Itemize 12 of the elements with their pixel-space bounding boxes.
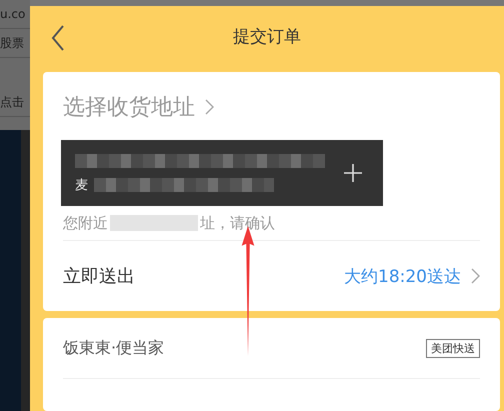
delivery-badge: 美团快送: [426, 338, 480, 358]
chevron-right-icon: [205, 99, 214, 115]
hint-text: 址，请确认: [200, 214, 275, 232]
hint-text: 您附近: [63, 214, 108, 232]
back-icon[interactable]: [51, 25, 65, 51]
chevron-right-icon: [471, 268, 480, 284]
plus-icon[interactable]: [343, 163, 363, 183]
delivery-row[interactable]: 立即送出 大约18:20送达: [63, 241, 480, 311]
page-title: 提交订单: [233, 26, 301, 48]
shop-name: 饭東東·便当家: [63, 338, 164, 358]
tooltip-text: 麦: [75, 177, 88, 194]
address-tooltip[interactable]: 麦: [61, 140, 383, 206]
